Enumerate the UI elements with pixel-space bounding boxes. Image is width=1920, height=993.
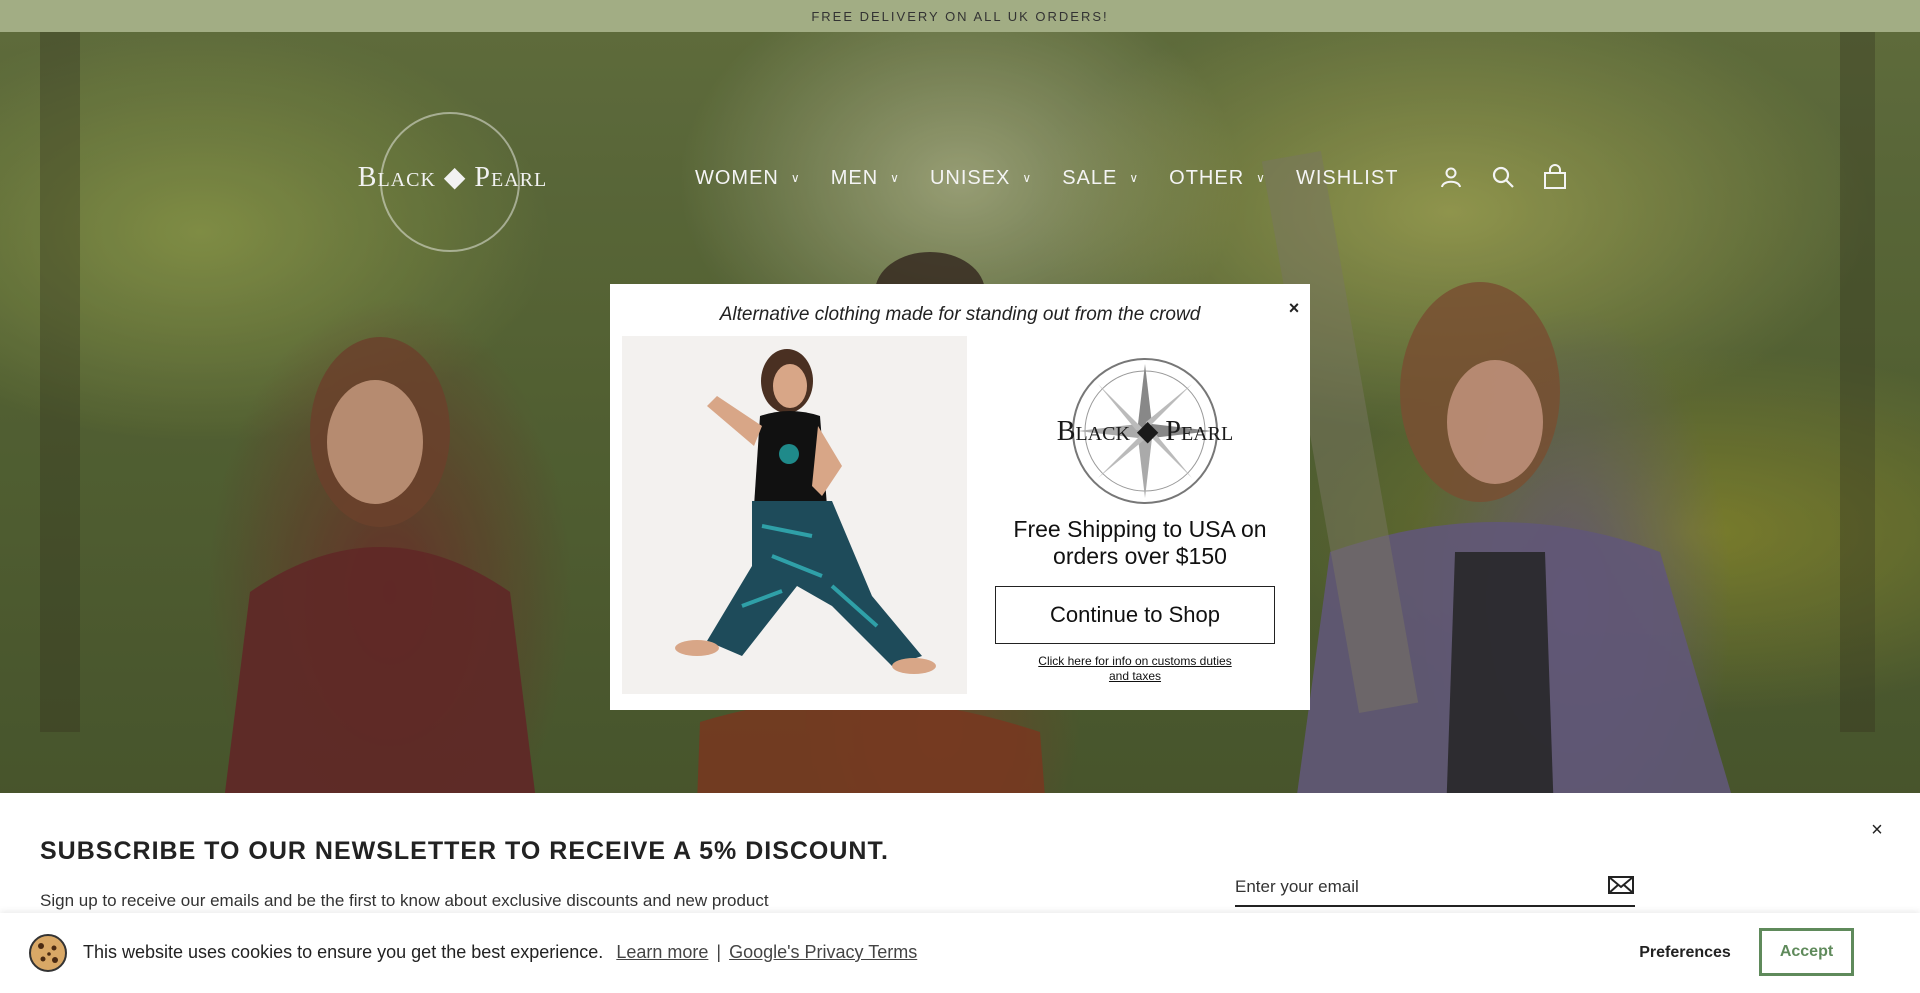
nav-item-unisex[interactable]: UNISEX ∨ xyxy=(930,167,1032,190)
newsletter-form xyxy=(1235,869,1635,907)
account-icon[interactable] xyxy=(1438,160,1464,194)
nav-item-men[interactable]: MEN ∨ xyxy=(831,167,900,190)
logo-text: Black ◆ Pearl xyxy=(357,162,548,193)
announcement-text: FREE DELIVERY ON ALL UK ORDERS! xyxy=(811,8,1109,24)
nav-label: WISHLIST xyxy=(1295,166,1399,189)
chevron-down-icon: ∨ xyxy=(1256,171,1266,185)
accept-button[interactable]: Accept xyxy=(1759,928,1854,976)
customs-info-link[interactable]: Click here for info on customs duties an… xyxy=(1035,654,1235,684)
continue-to-shop-button[interactable]: Continue to Shop xyxy=(995,586,1275,644)
promo-modal: Alternative clothing made for standing o… xyxy=(610,284,1310,710)
email-field[interactable] xyxy=(1235,877,1565,897)
modal-tagline: Alternative clothing made for standing o… xyxy=(719,304,1201,325)
cookie-separator: | xyxy=(716,942,722,962)
preferences-button[interactable]: Preferences xyxy=(1620,933,1750,973)
model-illustration xyxy=(675,349,936,674)
nav-item-other[interactable]: OTHER ∨ xyxy=(1169,167,1266,190)
envelope-icon[interactable] xyxy=(1607,874,1635,901)
learn-more-link[interactable]: Learn more xyxy=(616,942,708,962)
modal-logo: Black ◆ Pearl xyxy=(1030,356,1260,506)
cookie-message: This website uses cookies to ensure you … xyxy=(83,942,917,963)
announcement-bar: FREE DELIVERY ON ALL UK ORDERS! xyxy=(0,0,1920,32)
site-header: Black ◆ Pearl WOMEN ∨ MEN ∨ UNISEX ∨ SAL… xyxy=(0,32,1920,258)
site-logo[interactable]: Black ◆ Pearl xyxy=(350,112,555,252)
close-icon[interactable]: × xyxy=(1864,817,1890,843)
newsletter-text: Sign up to receive our emails and be the… xyxy=(40,891,769,910)
model-photo xyxy=(622,336,967,694)
search-icon[interactable] xyxy=(1490,160,1516,194)
cookie-banner: This website uses cookies to ensure you … xyxy=(0,913,1920,993)
nav-label: SALE xyxy=(1062,166,1118,189)
nav-item-wishlist[interactable]: WISHLIST xyxy=(1296,167,1398,190)
shipping-offer: Free Shipping to USA on orders over $150 xyxy=(1013,516,1267,569)
modal-logo-text: Black ◆ Pearl xyxy=(1056,416,1234,447)
nav-item-women[interactable]: WOMEN ∨ xyxy=(695,167,801,190)
nav-label: WOMEN xyxy=(695,166,779,189)
chevron-down-icon: ∨ xyxy=(1129,171,1140,185)
newsletter-title: SUBSCRIBE TO OUR NEWSLETTER TO RECEIVE A… xyxy=(40,837,889,865)
nav-label: OTHER xyxy=(1169,166,1245,189)
cookie-icon xyxy=(28,933,68,973)
header-icons xyxy=(1438,160,1568,194)
chevron-down-icon: ∨ xyxy=(890,171,900,185)
nav-label: UNISEX xyxy=(929,166,1011,189)
nav-label: MEN xyxy=(830,166,879,189)
chevron-down-icon: ∨ xyxy=(790,171,801,185)
main-nav: WOMEN ∨ MEN ∨ UNISEX ∨ SALE ∨ OTHER ∨ WI… xyxy=(695,160,1428,196)
cookie-text: This website uses cookies to ensure you … xyxy=(83,942,604,962)
close-icon[interactable]: × xyxy=(1282,296,1306,320)
privacy-terms-link[interactable]: Google's Privacy Terms xyxy=(729,942,917,962)
nav-item-sale[interactable]: SALE ∨ xyxy=(1062,167,1139,190)
cart-icon[interactable] xyxy=(1542,160,1568,194)
chevron-down-icon: ∨ xyxy=(1022,171,1033,185)
